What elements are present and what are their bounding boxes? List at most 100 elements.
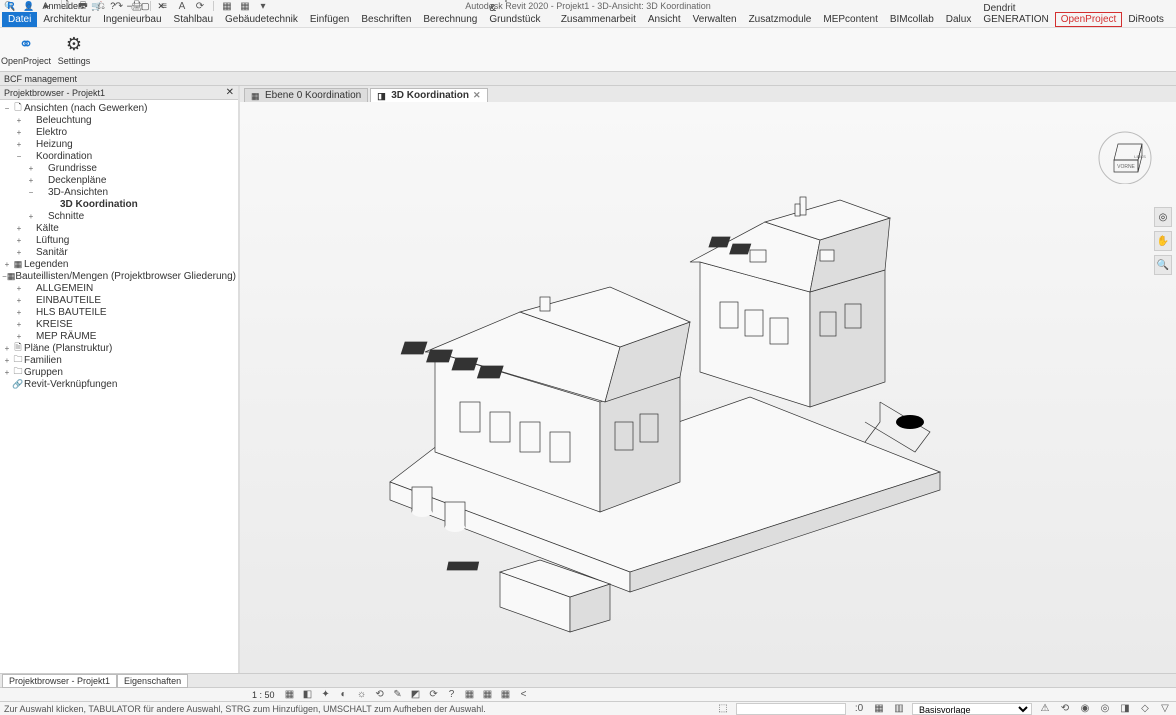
openproject-button[interactable]: ⚭ OpenProject [4,30,48,70]
tab-verwalten[interactable]: Verwalten [687,12,743,27]
tab-berechnung[interactable]: Berechnung [417,12,483,27]
tree-item[interactable]: +Grundrisse [2,162,236,174]
detail-level-icon[interactable]: ▦ [283,689,297,701]
tree-toggle-icon[interactable]: + [14,116,24,125]
tree-item[interactable]: +Kälte [2,222,236,234]
tree-toggle-icon[interactable]: + [2,368,12,377]
tree-toggle-icon[interactable]: + [14,284,24,293]
tree-toggle-icon[interactable]: + [14,248,24,257]
tree-item[interactable]: +🗎Pläne (Planstruktur) [2,342,236,354]
tree-toggle-icon[interactable]: + [2,356,12,365]
bottom-tab-browser[interactable]: Projektbrowser - Projekt1 [2,674,117,688]
tree-item[interactable]: +Schnitte [2,210,236,222]
tab-einfuegen[interactable]: Einfügen [304,12,355,27]
tree-toggle-icon[interactable]: + [26,176,36,185]
filter-input[interactable] [736,703,846,715]
tree-toggle-icon[interactable]: + [14,140,24,149]
rendering-icon[interactable]: ☼ [355,689,369,701]
visual-style-icon[interactable]: ◧ [301,689,315,701]
tree-toggle-icon[interactable]: + [2,260,12,269]
viewcube[interactable]: VORNE LINKS [1094,122,1156,184]
tree-toggle-icon[interactable]: + [2,344,12,353]
zoom-button[interactable]: 🔍 [1154,255,1172,275]
tab-stahlbau[interactable]: Stahlbau [168,12,219,27]
tree-toggle-icon[interactable]: + [14,236,24,245]
tab-zusammenarbeit[interactable]: Zusammenarbeit [555,12,642,27]
tree-item[interactable]: +ALLGEMEIN [2,282,236,294]
status-filter-icon[interactable]: ▽ [1158,703,1172,715]
print-icon[interactable]: 🖨 [130,0,144,12]
tab-dendrit[interactable]: Dendrit GENERATION [977,1,1054,27]
tree-toggle-icon[interactable]: + [14,320,24,329]
constraints-icon[interactable]: ▦ [481,689,495,701]
tree-item[interactable]: −▦Bauteillisten/Mengen (Projektbrowser G… [2,270,236,282]
tab-ingenieurbau[interactable]: Ingenieurbau [97,12,167,27]
tree-toggle-icon[interactable]: − [14,152,24,161]
sync-icon[interactable]: 🖶 [76,0,90,12]
view-tab-3dkoord[interactable]: ◨ 3D Koordination ✕ [370,88,487,102]
steering-wheel-button[interactable]: ◎ [1154,207,1172,227]
worksets-icon[interactable]: ▦ [872,703,886,715]
tab-openproject[interactable]: OpenProject [1055,12,1123,27]
status-link-icon[interactable]: ◉ [1078,703,1092,715]
tab-datei[interactable]: Datei [2,12,37,27]
tree-item[interactable]: +KREISE [2,318,236,330]
home-icon[interactable]: ⌂ [22,0,36,12]
view-tab-close-icon[interactable]: ✕ [473,90,481,101]
tree-item[interactable]: +🗀Familien [2,354,236,366]
tree-item[interactable]: +▦Legenden [2,258,236,270]
tree-item[interactable]: +MEP RÄUME [2,330,236,342]
view-tab-ebene0[interactable]: ▦ Ebene 0 Koordination [244,88,368,102]
tree-toggle-icon[interactable]: + [14,128,24,137]
save-icon[interactable]: 🗋 [58,0,72,12]
tree-item[interactable]: −🗋Ansichten (nach Gewerken) [2,102,236,114]
worksharing-icon[interactable]: ▦ [499,689,513,701]
tab-gebaeudetechnik[interactable]: Gebäudetechnik [219,12,304,27]
status-select-icon[interactable]: ◨ [1118,703,1132,715]
qat-dropdown-icon[interactable]: ▾ [256,0,270,12]
tab-ansicht[interactable]: Ansicht [642,12,687,27]
scroll-left-icon[interactable]: < [517,689,531,701]
tab-beschriften[interactable]: Beschriften [355,12,417,27]
tab-zusatzmodule[interactable]: Zusatzmodule [743,12,818,27]
tree-item[interactable]: −Koordination [2,150,236,162]
undo-icon[interactable]: ⎌ [94,0,108,12]
analytical-icon[interactable]: ▦ [463,689,477,701]
tree-item[interactable]: +HLS BAUTEILE [2,306,236,318]
open-icon[interactable]: ▸ [40,0,54,12]
tab-diroots[interactable]: DiRoots [1122,12,1170,27]
crop-region-icon[interactable]: ✎ [391,689,405,701]
refresh-icon[interactable]: ⟳ [193,0,207,12]
tree-toggle-icon[interactable]: + [14,296,24,305]
tree-item[interactable]: 3D Koordination [2,198,236,210]
tree-item[interactable]: +Beleuchtung [2,114,236,126]
project-browser-tree[interactable]: −🗋Ansichten (nach Gewerken)+Beleuchtung+… [0,100,238,673]
tree-item[interactable]: −3D-Ansichten [2,186,236,198]
tree-toggle-icon[interactable]: + [14,308,24,317]
measure-icon[interactable]: ≡ [157,0,171,12]
tab-mepcontent[interactable]: MEPcontent [817,12,883,27]
settings-button[interactable]: ⚙ Settings [52,30,96,70]
tree-item[interactable]: +EINBAUTEILE [2,294,236,306]
tree-toggle-icon[interactable]: + [26,212,36,221]
selection-icon[interactable]: ⬚ [716,703,730,715]
status-face-icon[interactable]: ◇ [1138,703,1152,715]
crop-icon[interactable]: ⟲ [373,689,387,701]
lock-3d-icon[interactable]: ◩ [409,689,423,701]
thin-lines-icon[interactable]: ▦ [220,0,234,12]
close-hidden-icon[interactable]: ▦ [238,0,252,12]
reveal-hidden-icon[interactable]: ? [445,689,459,701]
tab-dalux[interactable]: Dalux [940,12,978,27]
tree-item[interactable]: +Elektro [2,126,236,138]
tree-toggle-icon[interactable]: − [2,104,12,113]
subtab-bcf[interactable]: BCF management [4,74,77,84]
tree-toggle-icon[interactable]: − [26,188,36,197]
tree-toggle-icon[interactable]: + [14,224,24,233]
tree-toggle-icon[interactable]: + [26,164,36,173]
status-warn-icon[interactable]: ⚠ [1038,703,1052,715]
3d-view-canvas[interactable]: VORNE LINKS ◎ ✋ 🔍 [240,102,1176,673]
editable-icon[interactable]: ▥ [892,703,906,715]
shadows-icon[interactable]: ◐ [337,689,351,701]
tree-item[interactable]: +Sanitär [2,246,236,258]
tree-item[interactable]: +Lüftung [2,234,236,246]
